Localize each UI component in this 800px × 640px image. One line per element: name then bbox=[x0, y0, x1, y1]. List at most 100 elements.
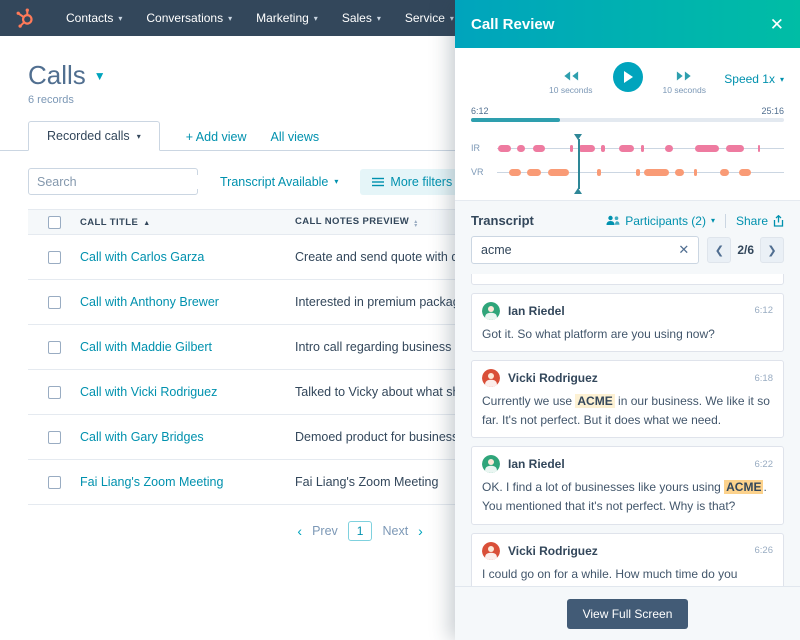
prev-page-chevron-icon[interactable]: ‹ bbox=[297, 523, 302, 539]
speed-selector[interactable]: Speed 1x ▾ bbox=[724, 72, 784, 86]
speech-segment bbox=[665, 145, 673, 152]
row-checkbox[interactable] bbox=[48, 386, 61, 399]
total-time: 25:16 bbox=[761, 106, 784, 116]
track-label: VR bbox=[471, 167, 497, 177]
avatar bbox=[482, 369, 500, 387]
rewind-icon bbox=[563, 70, 579, 82]
hubspot-logo-icon[interactable] bbox=[14, 7, 36, 29]
chevron-down-icon: ▾ bbox=[377, 14, 381, 23]
transcript-section: Transcript Participants (2) ▾ Share bbox=[455, 200, 800, 586]
progress-fill bbox=[471, 118, 560, 122]
message-text: Got it. So what platform are you using n… bbox=[482, 325, 773, 344]
call-title-link[interactable]: Call with Gary Bridges bbox=[80, 430, 204, 444]
transcript-search-input[interactable] bbox=[481, 243, 678, 257]
transcript-available-filter[interactable]: Transcript Available ▾ bbox=[220, 175, 338, 189]
speech-segment bbox=[533, 145, 545, 152]
message-text: We've been growing fine in the current c… bbox=[482, 274, 773, 276]
sort-ascending-icon: ▲ bbox=[143, 220, 150, 227]
participants-label: Participants (2) bbox=[625, 214, 706, 228]
transcript-message[interactable]: Vicki Rodriguez6:26I could go on for a w… bbox=[471, 533, 784, 586]
next-match-button[interactable]: ❯ bbox=[760, 237, 784, 263]
nav-item-label: Conversations bbox=[146, 11, 223, 25]
speech-segment bbox=[739, 169, 752, 176]
search-box[interactable] bbox=[28, 168, 198, 195]
speech-segment bbox=[548, 169, 568, 176]
nav-item-conversations[interactable]: Conversations▾ bbox=[136, 7, 242, 29]
more-filters-button[interactable]: More filters bbox=[360, 169, 464, 195]
transcript-search-box[interactable]: ✕ bbox=[471, 236, 699, 264]
nav-item-marketing[interactable]: Marketing▾ bbox=[246, 7, 328, 29]
transcript-message[interactable]: Ian Riedel6:22OK. I find a lot of busine… bbox=[471, 446, 784, 524]
row-checkbox[interactable] bbox=[48, 251, 61, 264]
search-input[interactable] bbox=[37, 175, 198, 189]
speech-segment bbox=[636, 169, 641, 176]
share-button[interactable]: Share bbox=[736, 214, 784, 228]
row-checkbox[interactable] bbox=[48, 341, 61, 354]
transcript-message[interactable]: We've been growing fine in the current c… bbox=[471, 274, 784, 285]
chevron-down-icon: ▾ bbox=[450, 14, 454, 23]
play-button[interactable] bbox=[613, 62, 643, 92]
transcript-heading: Transcript bbox=[471, 213, 534, 228]
column-header-call-title[interactable]: CALL TITLE ▲ bbox=[80, 217, 295, 228]
filter-icon bbox=[372, 177, 384, 187]
nav-item-label: Contacts bbox=[66, 11, 113, 25]
call-title-link[interactable]: Call with Anthony Brewer bbox=[80, 295, 219, 309]
message-timestamp: 6:22 bbox=[755, 459, 774, 470]
nav-item-sales[interactable]: Sales▾ bbox=[332, 7, 391, 29]
speed-label: Speed 1x bbox=[724, 72, 775, 86]
message-timestamp: 6:18 bbox=[755, 373, 774, 384]
current-search-match-highlight: ACME bbox=[724, 480, 763, 494]
row-checkbox[interactable] bbox=[48, 431, 61, 444]
nav-item-label: Service bbox=[405, 11, 445, 25]
call-title-link[interactable]: Call with Carlos Garza bbox=[80, 250, 204, 264]
all-views-link[interactable]: All views bbox=[259, 123, 332, 151]
call-title-link[interactable]: Call with Maddie Gilbert bbox=[80, 340, 212, 354]
speech-segment bbox=[498, 145, 511, 152]
speech-segment bbox=[527, 169, 541, 176]
participants-dropdown[interactable]: Participants (2) ▾ bbox=[606, 214, 715, 228]
call-review-header: Call Review ✕ bbox=[455, 0, 800, 48]
divider bbox=[725, 214, 726, 228]
transcript-message[interactable]: Vicki Rodriguez6:18Currently we use ACME… bbox=[471, 360, 784, 438]
row-checkbox[interactable] bbox=[48, 296, 61, 309]
nav-item-contacts[interactable]: Contacts▾ bbox=[56, 7, 132, 29]
call-title-link[interactable]: Fai Liang's Zoom Meeting bbox=[80, 475, 223, 489]
nav-item-service[interactable]: Service ▾ bbox=[395, 7, 464, 29]
message-timestamp: 6:26 bbox=[755, 545, 774, 556]
speech-segment bbox=[570, 145, 573, 152]
page-title-caret-icon[interactable]: ▼ bbox=[94, 69, 106, 83]
speech-segment bbox=[644, 169, 669, 176]
next-page-chevron-icon[interactable]: › bbox=[418, 523, 423, 539]
progress-bar[interactable] bbox=[471, 118, 784, 122]
speech-segment bbox=[578, 145, 595, 152]
row-checkbox[interactable] bbox=[48, 476, 61, 489]
transcript-available-label: Transcript Available bbox=[220, 175, 328, 189]
forward-10-seconds-button[interactable]: 10 seconds bbox=[663, 62, 706, 95]
speech-segment bbox=[720, 169, 729, 176]
speech-segment bbox=[695, 145, 719, 152]
close-icon[interactable]: ✕ bbox=[770, 16, 784, 33]
more-filters-label: More filters bbox=[390, 175, 452, 189]
current-page-number[interactable]: 1 bbox=[348, 521, 373, 541]
transcript-message[interactable]: Ian Riedel6:12Got it. So what platform a… bbox=[471, 293, 784, 353]
view-full-screen-button[interactable]: View Full Screen bbox=[567, 599, 689, 629]
nav-item-label: Marketing bbox=[256, 11, 309, 25]
next-page-label[interactable]: Next bbox=[382, 524, 408, 538]
speaker-track-vr: VR bbox=[471, 168, 784, 176]
select-all-checkbox[interactable] bbox=[48, 216, 61, 229]
avatar bbox=[482, 542, 500, 560]
rewind-10-seconds-button[interactable]: 10 seconds bbox=[549, 62, 592, 95]
match-counter: 2/6 bbox=[737, 243, 754, 257]
call-title-link[interactable]: Call with Vicki Rodriguez bbox=[80, 385, 217, 399]
prev-page-label[interactable]: Prev bbox=[312, 524, 338, 538]
fast-forward-icon bbox=[676, 70, 692, 82]
add-view-link[interactable]: + Add view bbox=[174, 123, 259, 151]
speech-segment bbox=[641, 145, 644, 152]
share-label: Share bbox=[736, 214, 768, 228]
clear-search-icon[interactable]: ✕ bbox=[678, 242, 689, 258]
call-title-header-label: CALL TITLE bbox=[80, 217, 138, 228]
speaker-name: Vicki Rodriguez bbox=[508, 371, 598, 385]
previous-match-button[interactable]: ❮ bbox=[707, 237, 731, 263]
tab-recorded-calls[interactable]: Recorded calls ▾ bbox=[28, 121, 160, 151]
tab-recorded-calls-label: Recorded calls bbox=[47, 129, 130, 143]
